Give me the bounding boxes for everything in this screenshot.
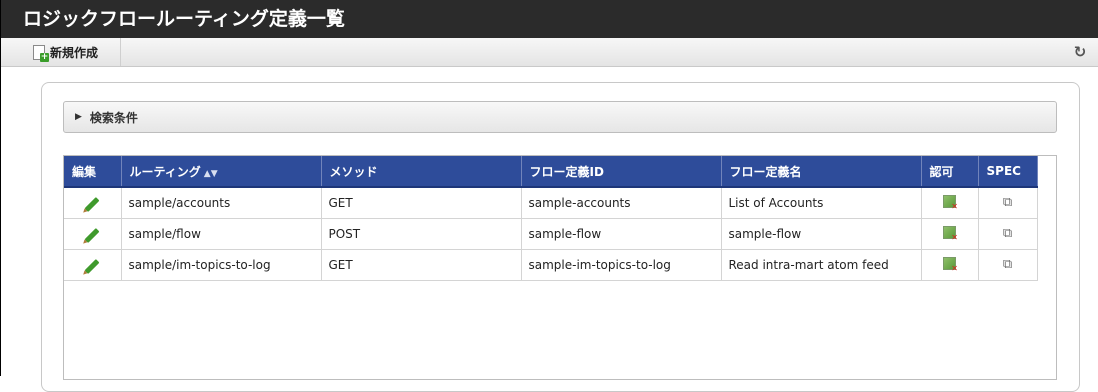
routing-cell: sample/accounts bbox=[121, 187, 322, 219]
table-row: sample/accounts GET sample-accounts List… bbox=[64, 187, 1038, 219]
method-cell: GET bbox=[321, 187, 522, 219]
sort-icon[interactable]: ▲▼ bbox=[204, 169, 218, 179]
flow-name-cell: List of Accounts bbox=[721, 187, 922, 219]
left-border bbox=[0, 38, 1, 376]
authorize-cell[interactable] bbox=[921, 249, 979, 281]
method-cell: GET bbox=[321, 249, 522, 281]
routing-grid: 編集 ルーティング ▲▼ メソッド フロー定義ID フロー定義名 認可 SPEC … bbox=[63, 155, 1057, 380]
column-header-routing[interactable]: ルーティング ▲▼ bbox=[121, 156, 322, 188]
pencil-icon[interactable] bbox=[84, 227, 100, 243]
new-create-button[interactable]: + 新規作成 bbox=[23, 38, 121, 66]
authorize-cell[interactable] bbox=[921, 218, 979, 250]
external-link-icon[interactable]: ⧉ bbox=[1003, 257, 1012, 272]
refresh-icon[interactable]: ↻ bbox=[1070, 42, 1090, 62]
search-conditions-toggle[interactable]: ▶ 検索条件 bbox=[63, 101, 1057, 133]
table-header-row: 編集 ルーティング ▲▼ メソッド フロー定義ID フロー定義名 認可 SPEC bbox=[64, 156, 1038, 188]
pencil-icon[interactable] bbox=[84, 258, 100, 274]
table-row: sample/flow POST sample-flow sample-flow… bbox=[64, 218, 1038, 250]
edit-cell[interactable] bbox=[64, 187, 122, 219]
column-header-flow-id: フロー定義ID bbox=[521, 156, 722, 188]
external-link-icon[interactable]: ⧉ bbox=[1003, 195, 1012, 210]
column-header-routing-label: ルーティング bbox=[129, 164, 201, 179]
authorization-icon[interactable] bbox=[943, 225, 958, 242]
spec-cell[interactable]: ⧉ bbox=[978, 249, 1038, 281]
search-conditions-label: 検索条件 bbox=[89, 110, 138, 125]
flow-id-cell: sample-im-topics-to-log bbox=[521, 249, 722, 281]
edit-cell[interactable] bbox=[64, 218, 122, 250]
authorize-cell[interactable] bbox=[921, 187, 979, 219]
spec-cell[interactable]: ⧉ bbox=[978, 187, 1038, 219]
routing-table: 編集 ルーティング ▲▼ メソッド フロー定義ID フロー定義名 認可 SPEC … bbox=[64, 156, 1038, 281]
triangle-right-icon: ▶ bbox=[75, 112, 82, 122]
table-row: sample/im-topics-to-log GET sample-im-to… bbox=[64, 249, 1038, 281]
flow-name-cell: Read intra-mart atom feed bbox=[721, 249, 922, 281]
external-link-icon[interactable]: ⧉ bbox=[1003, 226, 1012, 241]
column-header-method: メソッド bbox=[321, 156, 522, 188]
page-title: ロジックフロールーティング定義一覧 bbox=[0, 0, 1098, 38]
column-header-edit: 編集 bbox=[64, 156, 122, 188]
page-title-text: ロジックフロールーティング定義一覧 bbox=[23, 8, 345, 30]
pencil-icon[interactable] bbox=[84, 196, 100, 212]
new-document-icon: + bbox=[33, 44, 49, 62]
method-cell: POST bbox=[321, 218, 522, 250]
flow-id-cell: sample-accounts bbox=[521, 187, 722, 219]
column-header-spec: SPEC bbox=[978, 156, 1038, 188]
new-create-label: 新規作成 bbox=[50, 45, 99, 60]
spec-cell[interactable]: ⧉ bbox=[978, 218, 1038, 250]
column-header-authorize: 認可 bbox=[921, 156, 979, 188]
authorization-icon[interactable] bbox=[943, 194, 958, 211]
flow-name-cell: sample-flow bbox=[721, 218, 922, 250]
column-header-flow-name: フロー定義名 bbox=[721, 156, 922, 188]
authorization-icon[interactable] bbox=[943, 256, 958, 273]
edit-cell[interactable] bbox=[64, 249, 122, 281]
toolbar: + 新規作成 ↻ bbox=[0, 38, 1098, 67]
routing-cell: sample/flow bbox=[121, 218, 322, 250]
routing-cell: sample/im-topics-to-log bbox=[121, 249, 322, 281]
flow-id-cell: sample-flow bbox=[521, 218, 722, 250]
